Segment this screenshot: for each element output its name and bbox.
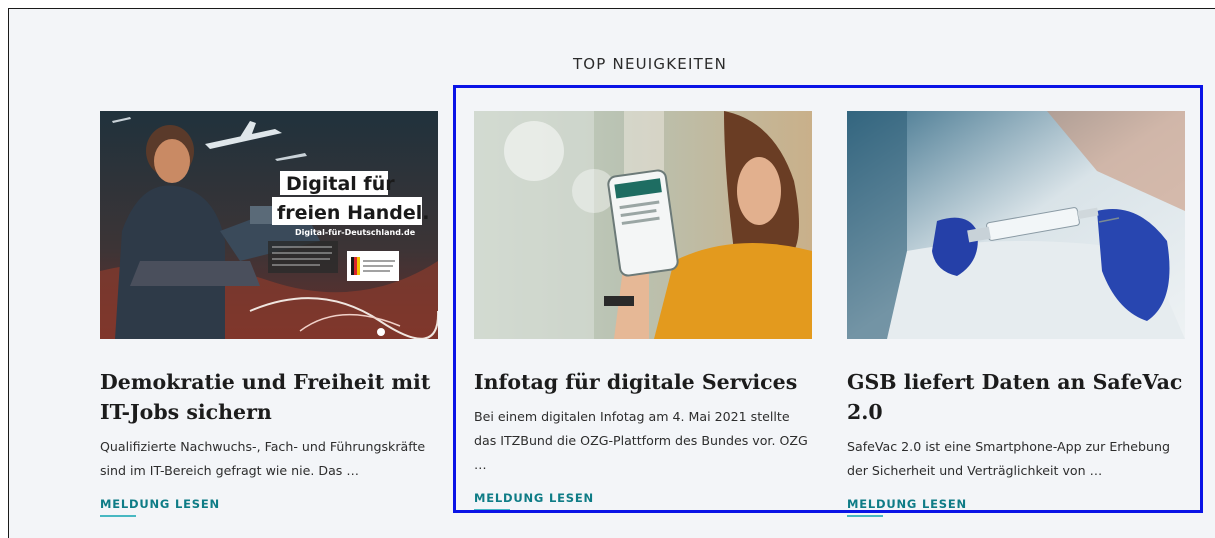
news-card-safevac: GSB liefert Daten an SafeVac 2.0 SafeVac… (847, 111, 1185, 517)
news-section: TOP NEUIGKEITEN Digital für freien Hande… (8, 8, 1215, 538)
card-teaser: Qualifizierte Nachwuchs-, Fach- und Führ… (100, 439, 426, 478)
it-jobs-image[interactable]: Digital für freien Handel. Digital-für-D… (100, 111, 438, 339)
card-title[interactable]: Infotag für digitale Services (474, 367, 812, 397)
card-title[interactable]: Demokratie und Freiheit mit IT-Jobs sich… (100, 367, 438, 427)
news-card-infotag: Infotag für digitale Services Bei einem … (474, 111, 812, 511)
section-title: TOP NEUIGKEITEN (572, 55, 728, 73)
news-card-it-jobs: Digital für freien Handel. Digital-für-D… (100, 111, 438, 517)
read-more-link[interactable]: MELDUNG LESEN (847, 497, 967, 517)
card-title[interactable]: GSB liefert Daten an SafeVac 2.0 (847, 367, 1185, 427)
image-url-text: Digital-für-Deutschland.de (295, 228, 416, 237)
read-more-link[interactable]: MELDUNG LESEN (474, 491, 594, 511)
safevac-image[interactable] (847, 111, 1185, 339)
card-teaser: SafeVac 2.0 ist eine Smartphone-App zur … (847, 439, 1170, 478)
image-headline-line2: freien Handel. (277, 202, 430, 224)
infotag-image[interactable] (474, 111, 812, 339)
image-headline-line1: Digital für (286, 173, 395, 195)
card-teaser: Bei einem digitalen Infotag am 4. Mai 20… (474, 409, 808, 472)
read-more-link[interactable]: MELDUNG LESEN (100, 497, 220, 517)
